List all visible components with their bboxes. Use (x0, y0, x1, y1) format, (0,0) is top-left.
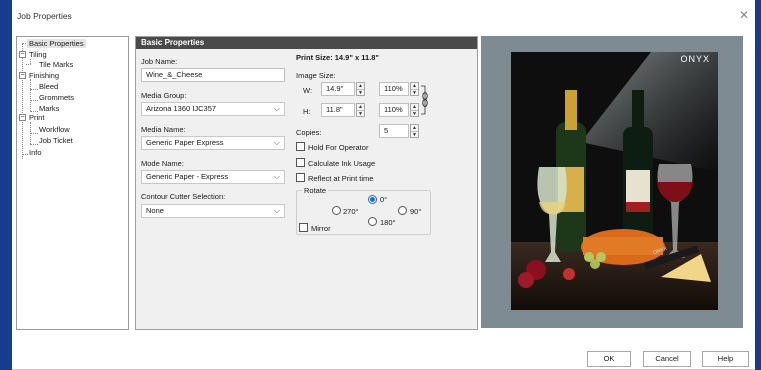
print-size-label: Print Size: 14.9" x 11.8" (296, 53, 379, 62)
media-group-label: Media Group: (141, 91, 187, 100)
tree-item-job-ticket[interactable]: Job Ticket (39, 136, 73, 145)
contour-cutter-select[interactable]: None ⌵ (141, 204, 285, 218)
tree-item-finishing[interactable]: Finishing (29, 71, 59, 80)
reflect-at-print-label: Reflect at Print time (308, 174, 374, 183)
media-name-select[interactable]: Generic Paper Express ⌵ (141, 136, 285, 150)
hold-for-operator-label: Hold For Operator (308, 143, 369, 152)
image-size-label: Image Size: (296, 71, 336, 80)
copies-label: Copies: (296, 128, 322, 137)
tree-item-marks[interactable]: Marks (39, 104, 59, 113)
chevron-down-icon: ⌵ (273, 104, 280, 113)
contour-cutter-value: None (146, 206, 164, 215)
job-name-label: Job Name: (141, 57, 178, 66)
width-percent-input[interactable]: 110% (379, 82, 409, 96)
mirror-label: Mirror (311, 224, 331, 233)
media-name-label: Media Name: (141, 125, 186, 134)
tree-item-tiling[interactable]: Tiling (29, 50, 47, 59)
window-frame-right (755, 0, 761, 370)
rotate-90-radio[interactable] (398, 206, 407, 215)
mirror-checkbox[interactable] (299, 223, 308, 232)
cancel-button[interactable]: Cancel (643, 351, 691, 367)
mode-name-value: Generic Paper - Express (146, 172, 229, 181)
properties-tree: − − − Basic Properties Tiling Tile Marks… (16, 36, 129, 330)
finishing-expand-icon[interactable]: − (19, 72, 26, 79)
rotate-label: Rotate (302, 186, 329, 195)
tree-item-bleed[interactable]: Bleed (39, 82, 58, 91)
tree-item-print[interactable]: Print (29, 113, 44, 122)
height-input[interactable]: 11.8" (321, 103, 355, 117)
reflect-at-print-checkbox[interactable] (296, 173, 305, 182)
help-button[interactable]: Help (702, 351, 749, 367)
aspect-lock-chain-icon[interactable] (420, 84, 430, 116)
rotate-90-label: 90° (410, 207, 422, 216)
panel-header: Basic Properties (136, 37, 477, 49)
chevron-down-icon: ⌵ (273, 172, 280, 181)
tree-item-tile-marks[interactable]: Tile Marks (39, 60, 73, 69)
copies-spinner[interactable]: ▲ ▼ (410, 124, 419, 138)
copies-input[interactable]: 5 (379, 124, 409, 138)
media-name-value: Generic Paper Express (146, 138, 224, 147)
chevron-down-icon: ⌵ (273, 138, 280, 147)
height-spinner[interactable]: ▲ ▼ (356, 103, 365, 117)
width-label: W: (303, 86, 313, 95)
tree-item-grommets[interactable]: Grommets (39, 93, 74, 102)
height-percent-input[interactable]: 110% (379, 103, 409, 117)
rotate-270-label: 270° (343, 207, 359, 216)
preview-image: ONYX ONYX (511, 52, 718, 310)
rotate-180-label: 180° (380, 218, 396, 227)
mode-name-select[interactable]: Generic Paper - Express ⌵ (141, 170, 285, 184)
hold-for-operator-checkbox[interactable] (296, 142, 305, 151)
tiling-expand-icon[interactable]: − (19, 51, 26, 58)
job-name-input[interactable]: Wine_&_Cheese (141, 68, 285, 82)
media-group-value: Arizona 1360 IJC357 (146, 104, 217, 113)
print-expand-icon[interactable]: − (19, 114, 26, 121)
contour-cutter-label: Contour Cutter Selection: (141, 192, 226, 201)
basic-properties-panel: Basic Properties Job Name: Wine_&_Cheese… (135, 36, 478, 330)
media-group-select[interactable]: Arizona 1360 IJC357 ⌵ (141, 102, 285, 116)
window-title: Job Properties (17, 11, 72, 21)
rotate-180-radio[interactable] (368, 217, 377, 226)
ok-button[interactable]: OK (587, 351, 631, 367)
tree-item-info[interactable]: Info (29, 148, 42, 157)
tree-item-basic-properties[interactable]: Basic Properties (27, 39, 86, 48)
height-label: H: (303, 107, 311, 116)
rotate-0-radio[interactable] (368, 195, 377, 204)
calculate-ink-usage-checkbox[interactable] (296, 158, 305, 167)
title-bar: Job Properties ✕ (12, 0, 755, 30)
window-frame-left (0, 0, 12, 370)
width-spinner[interactable]: ▲ ▼ (356, 82, 365, 96)
width-input[interactable]: 14.9" (321, 82, 355, 96)
height-percent-spinner[interactable]: ▲ ▼ (410, 103, 419, 117)
tree-item-workflow[interactable]: Workflow (39, 125, 70, 134)
job-properties-dialog: Job Properties ✕ − − − Basic Properties … (12, 0, 755, 370)
calculate-ink-usage-label: Calculate Ink Usage (308, 159, 376, 168)
onyx-logo: ONYX (680, 54, 710, 64)
width-percent-spinner[interactable]: ▲ ▼ (410, 82, 419, 96)
chevron-down-icon: ⌵ (273, 206, 280, 215)
wine-and-cheese-artwork (511, 52, 718, 310)
mode-name-label: Mode Name: (141, 159, 184, 168)
close-icon[interactable]: ✕ (739, 9, 749, 21)
rotate-270-radio[interactable] (332, 206, 341, 215)
rotate-0-label: 0° (380, 195, 388, 204)
